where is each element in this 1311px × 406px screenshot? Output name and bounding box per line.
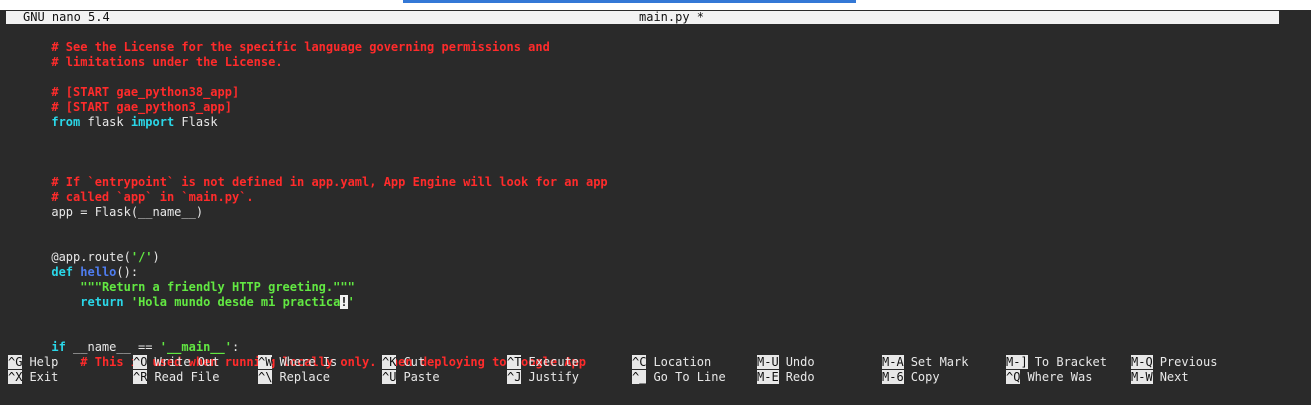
shortcut-key: ^T [507,355,522,369]
shortcut-read-file[interactable]: ^R Read File [133,370,219,385]
text-cursor: ! [340,295,348,309]
shortcut-label: Exit [29,370,59,384]
shortcut-go-to-line[interactable]: ^_ Go To Line [632,370,726,385]
nano-title-bar: GNU nano 5.4 main.py * [6,11,1279,24]
shortcut-key: ^W [258,355,273,369]
shortcut-label: Next [1159,370,1189,384]
module-name: flask [80,115,131,129]
code-line-6[interactable]: from flask import Flask [8,100,217,129]
shortcut-key: M-] [1006,355,1028,369]
shortcut-label: Help [29,355,59,369]
shortcut-copy[interactable]: M-6 Copy [882,370,940,385]
shortcut-key: ^U [382,370,397,384]
shortcut-label: Execute [528,355,580,369]
code-line-4[interactable]: # [START gae_python38_app] [8,70,239,99]
shortcut-key: ^_ [632,370,647,384]
import-name: Flask [174,115,218,129]
shortcut-set-mark[interactable]: M-A Set Mark [882,355,968,370]
shortcut-label: Replace [279,370,331,384]
code-line-2[interactable]: # limitations under the License. [8,40,282,69]
code-line-1[interactable]: # See the License for the specific langu… [8,25,550,54]
code-line-21[interactable]: # This is used when running locally only… [8,340,586,369]
shortcut-key: M-W [1131,370,1153,384]
shortcut-label: Location [653,355,712,369]
shortcut-key: ^Q [1006,370,1021,384]
shortcut-label: Paste [403,370,440,384]
code-line-17[interactable]: return 'Hola mundo desde mi practica!' [8,280,355,309]
file-name: main.py * [639,10,705,24]
shortcut-key: ^G [8,355,23,369]
shortcut-undo[interactable]: M-U Undo [757,355,815,370]
shortcut-where-is[interactable]: ^W Where Is [258,355,337,370]
code-text: app = Flask(__name__) [51,205,204,219]
shortcut-label: To Bracket [1034,355,1107,369]
shortcut-justify[interactable]: ^J Justify [507,370,579,385]
code-line-15[interactable]: def hello(): [8,250,138,279]
code-line-10[interactable]: # called `app` in `main.py`. [8,175,253,204]
shortcut-key: M-A [882,355,904,369]
shortcut-key: M-6 [882,370,904,384]
shortcut-help[interactable]: ^G Help [8,355,58,370]
shortcut-key: ^R [133,370,148,384]
shortcut-label: Copy [910,370,940,384]
shortcut-paste[interactable]: ^U Paste [382,370,440,385]
shortcut-label: Redo [785,370,815,384]
shortcut-cut[interactable]: ^K Cut [382,355,425,370]
keyword-from: from [51,115,81,129]
shortcut-label: Where Is [279,355,338,369]
code-line-16[interactable]: """Return a friendly HTTP greeting.""" [8,265,355,294]
keyword-import: import [130,115,175,129]
shortcut-key: ^K [382,355,397,369]
editor-area[interactable]: # See the License for the specific langu… [8,25,1298,369]
shortcut-label: Cut [403,355,426,369]
code-line-14[interactable]: @app.route('/') [8,235,159,264]
shortcut-key: ^X [8,370,23,384]
shortcut-key: M-E [757,370,779,384]
code-line-20[interactable]: if __name__ == '__main__': [8,325,239,354]
paren: ) [152,250,160,264]
shortcut-label: Set Mark [910,355,969,369]
comment-text: # limitations under the License. [51,55,283,69]
shortcut-write-out[interactable]: ^O Write Out [133,355,219,370]
code-line-11[interactable]: app = Flask(__name__) [8,190,203,219]
shortcut-label: Read File [154,370,220,384]
shortcut-replace[interactable]: ^\ Replace [258,370,330,385]
shortcut-exit[interactable]: ^X Exit [8,370,58,385]
keyword-return: return [80,295,124,309]
shortcut-key: ^O [133,355,148,369]
shortcut-where-was[interactable]: ^Q Where Was [1006,370,1092,385]
string-literal: 'Hola mundo desde mi practica [130,295,341,309]
shortcut-label: Where Was [1027,370,1093,384]
tab-accent-bar [403,0,856,3]
shortcut-next[interactable]: M-W Next [1131,370,1189,385]
shortcut-key: ^C [632,355,647,369]
shortcut-location[interactable]: ^C Location [632,355,711,370]
shortcut-key: ^J [507,370,522,384]
shortcut-key: M-U [757,355,779,369]
shortcut-redo[interactable]: M-E Redo [757,370,815,385]
shortcut-key: M-Q [1131,355,1153,369]
shortcut-label: Undo [785,355,815,369]
shortcut-previous[interactable]: M-Q Previous [1131,355,1217,370]
code-line-5[interactable]: # [START gae_python3_app] [8,85,232,114]
terminal-window[interactable]: GNU nano 5.4 main.py * # See the License… [0,10,1311,405]
shortcut-label: Go To Line [653,370,726,384]
shortcut-label: Previous [1159,355,1218,369]
shortcut-to-bracket[interactable]: M-] To Bracket [1006,355,1107,370]
shortcut-key: ^\ [258,370,273,384]
string-literal-end: ' [347,295,355,309]
shortcut-label: Justify [528,370,580,384]
app-version: GNU nano 5.4 [23,10,110,24]
shortcut-execute[interactable]: ^T Execute [507,355,579,370]
shortcut-bar: ^G Help ^X Exit ^O Write Out ^R Read File ^W… [8,355,1298,387]
code-line-9[interactable]: # If `entrypoint` is not defined in app.… [8,160,607,189]
shortcut-label: Write Out [154,355,220,369]
